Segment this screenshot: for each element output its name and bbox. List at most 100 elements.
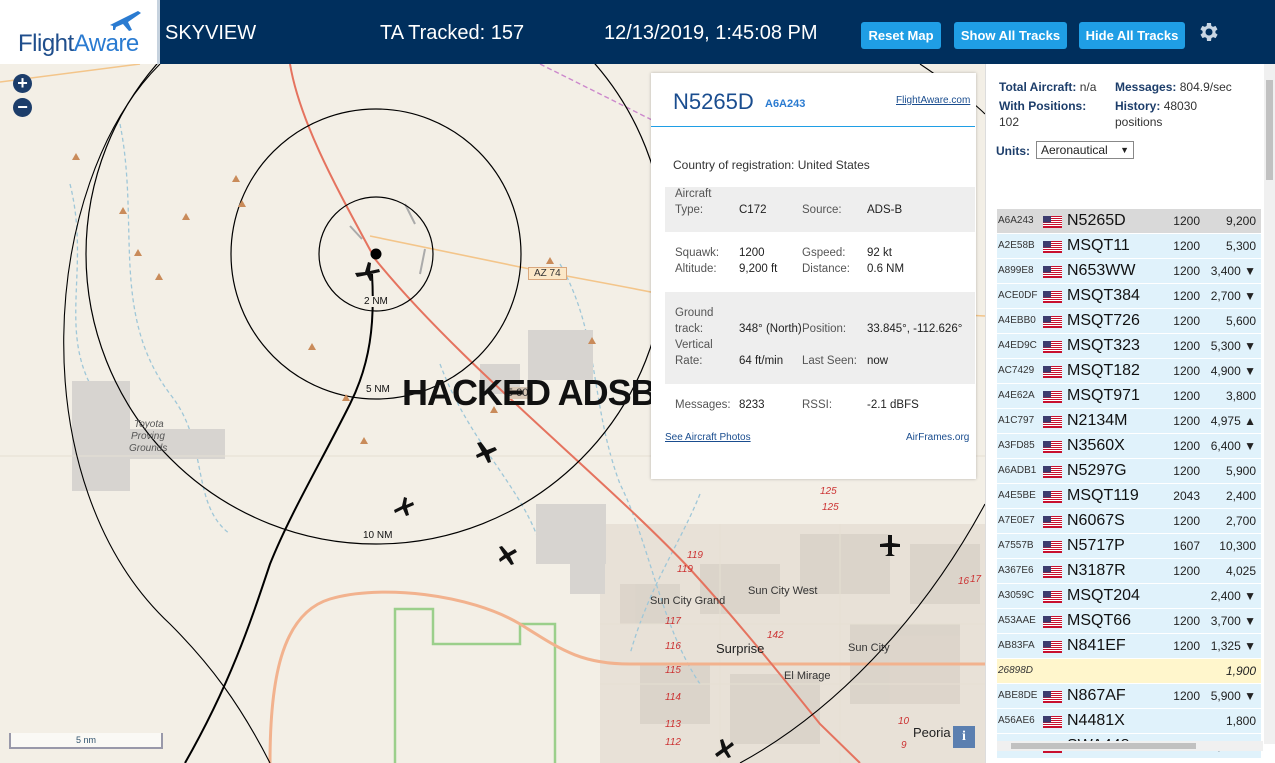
table-row[interactable]: A4EBB0 MSQT726 1200 5,600 bbox=[997, 309, 1261, 334]
row-icao: A53AAE bbox=[998, 615, 1036, 626]
table-row[interactable]: A6A243 N5265D 1200 9,200 bbox=[997, 209, 1261, 234]
table-row[interactable]: A7557B N5717P 1607 10,300 bbox=[997, 534, 1261, 559]
row-ident: MSQT384 bbox=[1067, 287, 1140, 304]
us-flag-icon bbox=[1043, 641, 1062, 653]
col-header-flag[interactable] bbox=[1041, 174, 1065, 207]
altitude-label: Altitude: bbox=[675, 263, 717, 275]
poi-label: Proving bbox=[131, 431, 165, 442]
app-title: SKYVIEW bbox=[165, 22, 257, 44]
country-value: United States bbox=[797, 158, 870, 172]
source-value: ADS-B bbox=[867, 204, 903, 216]
row-ident: N3560X bbox=[1067, 437, 1125, 454]
col-header-ident[interactable]: Ident bbox=[1065, 174, 1155, 207]
row-altitude: 5,900 ▼ bbox=[1204, 684, 1256, 708]
scrollbar-thumb[interactable] bbox=[1266, 80, 1273, 180]
road-number: 17 bbox=[970, 574, 982, 585]
row-icao: A1C797 bbox=[998, 415, 1035, 426]
aircraft-type-label: Type: bbox=[675, 204, 704, 216]
row-squawk: 1200 bbox=[1173, 239, 1200, 253]
row-icao: A2E58B bbox=[998, 240, 1035, 251]
col-header-altitude[interactable]: Altitude (ft) bbox=[1202, 174, 1257, 207]
row-squawk: 1200 bbox=[1173, 414, 1200, 428]
table-row[interactable]: AB83FA N841EF 1200 1,325 ▼ bbox=[997, 634, 1261, 659]
row-icao: A4ED9C bbox=[998, 340, 1037, 351]
row-altitude: 5,900 bbox=[1204, 459, 1256, 483]
zoom-in-button[interactable]: + bbox=[13, 74, 32, 93]
route-shield: AZ 74 bbox=[528, 267, 567, 280]
altitude-trend-icon: ▼ bbox=[1244, 339, 1256, 353]
range-ring-label: 5 NM bbox=[364, 384, 392, 395]
history-stat: History: 48030 bbox=[1115, 99, 1197, 113]
table-row[interactable]: A899E8 N653WW 1200 3,400 ▼ bbox=[997, 259, 1261, 284]
panel-vertical-scrollbar[interactable] bbox=[1264, 64, 1275, 744]
aircraft-table-body: A6A243 N5265D 1200 9,200 A2E58B MSQT11 1200 5,3… bbox=[997, 209, 1261, 759]
aircraft-icon[interactable] bbox=[392, 494, 416, 518]
reset-map-button[interactable]: Reset Map bbox=[861, 22, 941, 49]
row-ident: N3187R bbox=[1067, 562, 1126, 579]
table-row[interactable]: A4E62A MSQT971 1200 3,800 bbox=[997, 384, 1261, 409]
table-row[interactable]: A4ED9C MSQT323 1200 5,300 ▼ bbox=[997, 334, 1261, 359]
us-flag-icon bbox=[1043, 216, 1062, 228]
aircraft-icon[interactable] bbox=[712, 736, 736, 760]
row-squawk: 1200 bbox=[1173, 389, 1200, 403]
aircraft-list-panel: Total Aircraft: n/a Messages: 804.9/sec … bbox=[985, 64, 1275, 763]
table-row[interactable]: A7E0E7 N6067S 1200 2,700 bbox=[997, 509, 1261, 534]
flightaware-logo[interactable]: FlightAware bbox=[0, 0, 160, 64]
zoom-out-button[interactable]: − bbox=[13, 98, 32, 117]
table-row[interactable]: A1C797 N2134M 1200 4,975 ▲ bbox=[997, 409, 1261, 434]
us-flag-icon bbox=[1043, 566, 1062, 578]
table-row[interactable]: ABE8DE N867AF 1200 5,900 ▼ bbox=[997, 684, 1261, 709]
map-info-button[interactable]: i bbox=[953, 726, 975, 748]
country-row: Country of registration: United States bbox=[673, 158, 870, 172]
row-altitude-value: 2,700 bbox=[1210, 289, 1241, 303]
row-altitude-value: 5,300 bbox=[1210, 339, 1241, 353]
scrollbar-thumb[interactable] bbox=[1011, 743, 1196, 749]
road-number: 116 bbox=[665, 641, 681, 652]
gspeed-label: Gspeed: bbox=[802, 247, 846, 259]
table-row[interactable]: A3FD85 N3560X 1200 6,400 ▼ bbox=[997, 434, 1261, 459]
aircraft-icon-selected[interactable] bbox=[354, 258, 382, 282]
altitude-trend-icon: ▼ bbox=[1244, 689, 1256, 703]
show-all-tracks-button[interactable]: Show All Tracks bbox=[954, 22, 1067, 49]
town-label: Sun City bbox=[848, 642, 890, 654]
vrate-value: 64 ft/min bbox=[739, 355, 784, 367]
gear-icon[interactable] bbox=[1196, 20, 1220, 44]
flightaware-link[interactable]: FlightAware.com bbox=[896, 95, 970, 106]
row-altitude: 4,975 ▲ bbox=[1204, 409, 1256, 433]
airframes-link[interactable]: AirFrames.org bbox=[906, 432, 969, 443]
messages-label: Messages: bbox=[675, 399, 731, 411]
table-row[interactable]: A53AAE MSQT66 1200 3,700 ▼ bbox=[997, 609, 1261, 634]
aircraft-photos-link[interactable]: See Aircraft Photos bbox=[665, 432, 751, 443]
table-row[interactable]: A2E58B MSQT11 1200 5,300 bbox=[997, 234, 1261, 259]
col-header-icao[interactable]: ICAO bbox=[997, 174, 1041, 207]
col-header-squawk[interactable]: Squawk bbox=[1155, 174, 1202, 207]
table-row[interactable]: AC7429 MSQT182 1200 4,900 ▼ bbox=[997, 359, 1261, 384]
table-row[interactable]: A367E6 N3187R 1200 4,025 bbox=[997, 559, 1261, 584]
panel-horizontal-scrollbar[interactable] bbox=[997, 741, 1263, 751]
us-flag-icon bbox=[1043, 241, 1062, 253]
table-row[interactable]: A56AE6 N4481X 1,800 bbox=[997, 709, 1261, 734]
aircraft-icon[interactable] bbox=[878, 534, 902, 558]
aircraft-icon[interactable] bbox=[473, 441, 499, 465]
table-row[interactable]: ACE0DF MSQT384 1200 2,700 ▼ bbox=[997, 284, 1261, 309]
road-number: 119 bbox=[677, 564, 693, 575]
table-row[interactable]: A4E5BE MSQT119 2043 2,400 bbox=[997, 484, 1261, 509]
table-row[interactable]: A3059C MSQT204 2,400 ▼ bbox=[997, 584, 1261, 609]
hide-all-tracks-button[interactable]: Hide All Tracks bbox=[1079, 22, 1185, 49]
us-flag-icon bbox=[1043, 266, 1062, 278]
row-icao: A367E6 bbox=[998, 565, 1034, 576]
row-altitude: 5,600 bbox=[1204, 309, 1256, 333]
lastseen-label: Last Seen: bbox=[802, 355, 857, 367]
road-number: 142 bbox=[767, 630, 784, 641]
row-squawk: 1607 bbox=[1173, 539, 1200, 553]
messages-rate-value: 804.9/sec bbox=[1179, 80, 1232, 94]
units-select[interactable]: Aeronautical ▼ bbox=[1036, 141, 1134, 159]
table-row[interactable]: 26898D 1,900 bbox=[997, 659, 1261, 684]
us-flag-icon bbox=[1043, 491, 1062, 503]
table-row[interactable]: A6ADB1 N5297G 1200 5,900 bbox=[997, 459, 1261, 484]
row-altitude: 2,400 ▼ bbox=[1204, 584, 1256, 608]
row-icao: A4E5BE bbox=[998, 490, 1036, 501]
track-value: 348° (North) bbox=[739, 323, 802, 335]
aircraft-icon[interactable] bbox=[496, 544, 520, 568]
row-icao: A3059C bbox=[998, 590, 1035, 601]
